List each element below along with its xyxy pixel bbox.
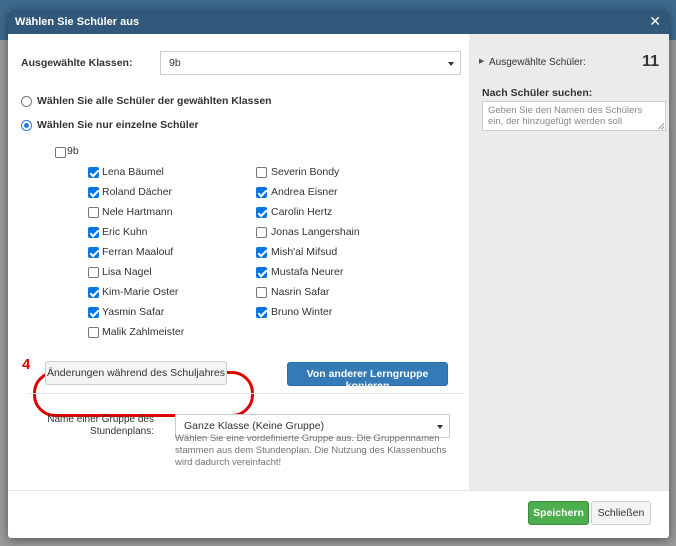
class-checkbox-label: 9b [67,145,79,157]
divider [28,393,464,394]
student-checkbox[interactable] [88,287,99,298]
student-name: Kim-Marie Oster [102,286,179,298]
student-checkbox[interactable] [88,327,99,338]
timetable-group-label-line1: Name einer Gruppe des [47,414,154,425]
resize-handle-icon[interactable] [658,123,664,129]
chevron-down-icon [437,425,443,429]
selected-students-label[interactable]: Ausgewählte Schüler: [489,57,586,68]
student-name: Malik Zahlmeister [102,326,185,338]
student-name: Lisa Nagel [102,266,152,278]
timetable-group-label-line2: Stundenplans: [90,426,154,437]
right-pane: ▶ Ausgewählte Schüler: 11 Nach Schüler s… [469,34,669,490]
student-checkbox[interactable] [88,267,99,278]
close-icon[interactable]: ✕ [649,13,661,30]
student-checkbox[interactable] [256,247,267,258]
annotation-number: 4 [22,356,31,373]
student-checkbox[interactable] [88,227,99,238]
chevron-down-icon [448,62,454,66]
class-checkbox[interactable] [55,147,66,158]
student-checkbox[interactable] [256,187,267,198]
student-checkbox[interactable] [88,187,99,198]
student-name: Eric Kuhn [102,226,148,238]
radio-all-students[interactable] [21,96,32,107]
student-checkbox[interactable] [88,247,99,258]
close-button[interactable]: Schließen [591,501,651,525]
left-pane: Ausgewählte Klassen: 9b Wählen Sie alle … [8,34,469,490]
radio-individual-students[interactable] [21,120,32,131]
modal-title: Wählen Sie Schüler aus [15,16,140,28]
student-name: Nele Hartmann [102,206,173,218]
copy-from-other-group-button[interactable]: Von anderer Lerngruppe kopieren [287,362,448,392]
class-select-label: Ausgewählte Klassen: [21,57,133,69]
student-name: Severin Bondy [271,166,340,178]
selected-students-count: 11 [642,53,659,70]
student-name: Mustafa Neurer [271,266,344,278]
save-button[interactable]: Speichern [528,501,589,525]
class-select[interactable]: 9b [160,51,461,75]
student-checkbox[interactable] [256,287,267,298]
student-checkbox[interactable] [256,227,267,238]
student-name: Lena Bäumel [102,166,164,178]
search-label: Nach Schüler suchen: [482,87,593,99]
student-checkbox[interactable] [256,167,267,178]
student-checkbox[interactable] [88,307,99,318]
student-name: Nasrin Safar [271,286,330,298]
modal-header: Wählen Sie Schüler aus ✕ [8,10,669,34]
timetable-group-value: Ganze Klasse (Keine Gruppe) [184,420,325,432]
student-checkbox[interactable] [256,207,267,218]
search-placeholder: Geben Sie den Namen des Schülers ein, de… [488,105,643,127]
timetable-group-label: Name einer Gruppe des Stundenplans: [32,414,154,438]
select-students-modal: Wählen Sie Schüler aus ✕ Ausgewählte Kla… [8,10,669,538]
caret-right-icon[interactable]: ▶ [479,57,484,65]
radio-all-students-label: Wählen Sie alle Schüler der gewählten Kl… [37,95,272,107]
class-select-value: 9b [169,57,181,69]
student-name: Mish'al Mifsud [271,246,338,258]
student-name: Jonas Langershain [271,226,360,238]
student-name: Carolin Hertz [271,206,333,218]
timetable-group-help: Wählen Sie eine vordefinierte Gruppe aus… [175,433,447,468]
student-checkbox[interactable] [88,167,99,178]
student-name: Ferran Maalouf [102,246,174,258]
student-name: Bruno Winter [271,306,333,318]
student-name: Yasmin Safar [102,306,165,318]
modal-footer: Speichern Schließen [8,490,669,538]
changes-during-school-year-button[interactable]: Änderungen während des Schuljahres [45,361,227,385]
radio-individual-students-label: Wählen Sie nur einzelne Schüler [37,119,199,131]
student-name: Roland Dächer [102,186,173,198]
student-name: Andrea Eisner [271,186,338,198]
search-input[interactable]: Geben Sie den Namen des Schülers ein, de… [482,101,666,131]
student-checkbox[interactable] [88,207,99,218]
student-checkbox[interactable] [256,267,267,278]
student-checkbox[interactable] [256,307,267,318]
